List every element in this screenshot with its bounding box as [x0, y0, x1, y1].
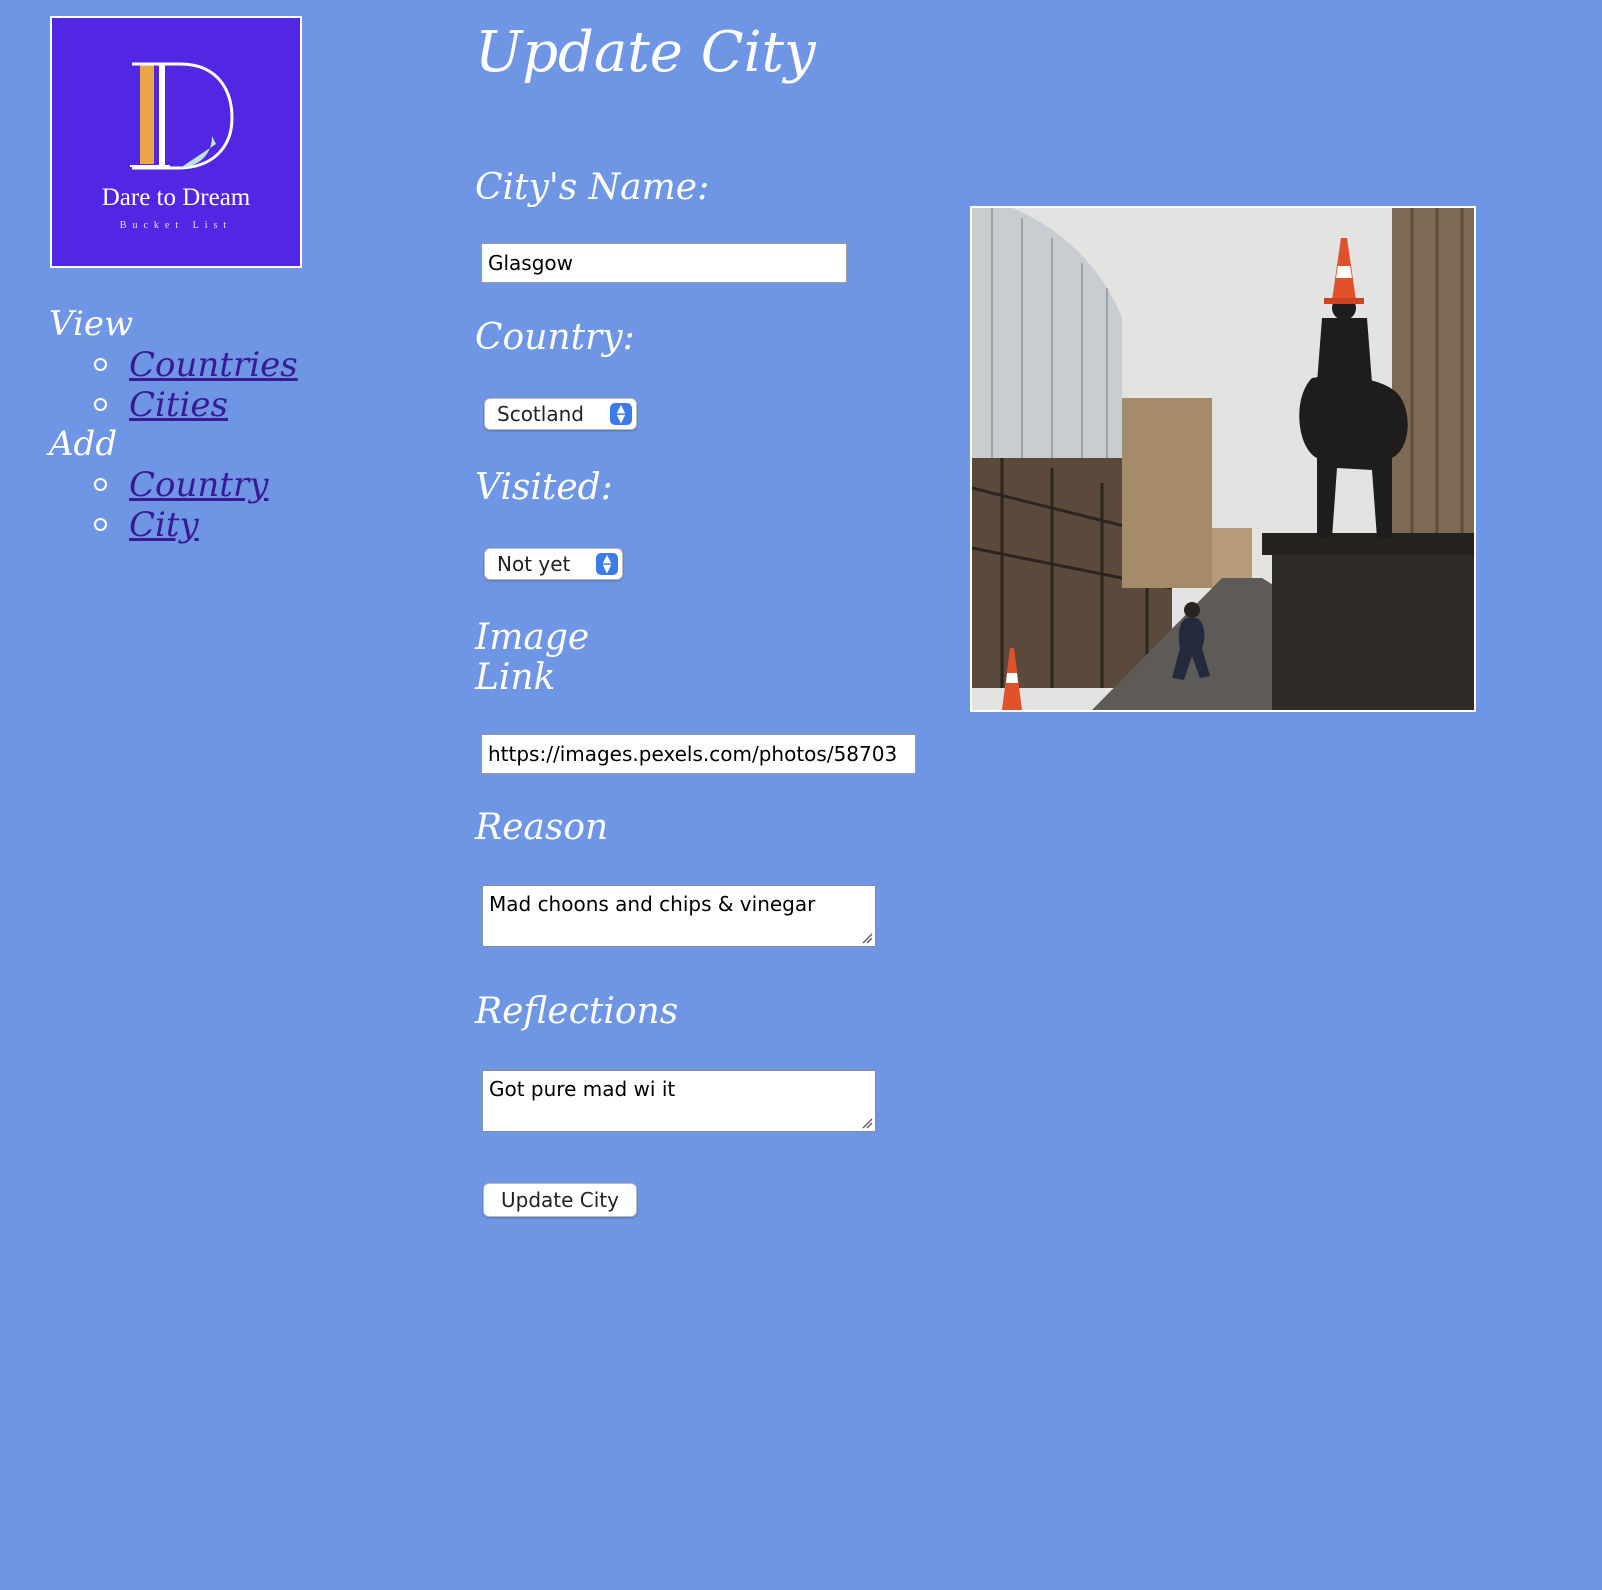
logo: Dare to Dream Bucket List [50, 16, 302, 268]
bullet-icon [94, 518, 107, 531]
nav-heading-view: View [49, 304, 134, 344]
logo-title: Dare to Dream [101, 184, 251, 211]
visited-label: Visited: [475, 467, 613, 508]
reason-label: Reason [475, 807, 609, 848]
nav-heading-add: Add [49, 424, 118, 464]
reflections-label: Reflections [475, 991, 679, 1032]
updown-chevron-icon: ▲ ▼ [610, 403, 632, 425]
nav-link-add-city[interactable]: City [129, 505, 199, 545]
visited-select-value: Not yet [497, 552, 571, 576]
country-select-value: Scotland [497, 402, 584, 426]
bullet-icon [94, 358, 107, 371]
page-title: Update City [475, 20, 816, 85]
country-select[interactable]: Scotland ▲ ▼ [484, 398, 637, 430]
nav-add-list: Country City [49, 465, 379, 545]
city-photo [970, 206, 1476, 712]
city-name-label: City's Name: [475, 167, 710, 208]
city-name-input[interactable]: Glasgow [481, 243, 847, 283]
nav-item-add-city: City [49, 505, 379, 545]
updown-chevron-icon: ▲ ▼ [596, 553, 618, 575]
nav-link-cities[interactable]: Cities [129, 385, 228, 425]
nav-item-countries: Countries [49, 345, 379, 385]
sidebar-nav: View Countries Cities Add Country City [49, 305, 379, 545]
reflections-value: Got pure mad wi it [489, 1077, 676, 1101]
reason-textarea[interactable]: Mad choons and chips & vinegar [482, 885, 876, 947]
logo-subtitle: Bucket List [119, 220, 233, 231]
resize-grip-icon[interactable] [861, 1117, 873, 1129]
bullet-icon [94, 398, 107, 411]
bullet-icon [94, 478, 107, 491]
image-link-label-line2: Link [475, 657, 556, 698]
nav-link-add-country[interactable]: Country [129, 465, 268, 505]
update-city-button[interactable]: Update City [483, 1183, 637, 1217]
city-street-image [972, 208, 1474, 710]
image-link-input[interactable]: https://images.pexels.com/photos/58703 [481, 734, 916, 774]
reason-value: Mad choons and chips & vinegar [489, 892, 816, 916]
nav-view-list: Countries Cities [49, 345, 379, 425]
country-label: Country: [475, 317, 635, 358]
resize-grip-icon[interactable] [861, 932, 873, 944]
nav-item-cities: Cities [49, 385, 379, 425]
visited-select[interactable]: Not yet ▲ ▼ [484, 548, 623, 580]
image-link-label-line1: Image [475, 617, 590, 658]
reflections-textarea[interactable]: Got pure mad wi it [482, 1070, 876, 1132]
nav-link-countries[interactable]: Countries [129, 345, 298, 385]
nav-item-add-country: Country [49, 465, 379, 505]
